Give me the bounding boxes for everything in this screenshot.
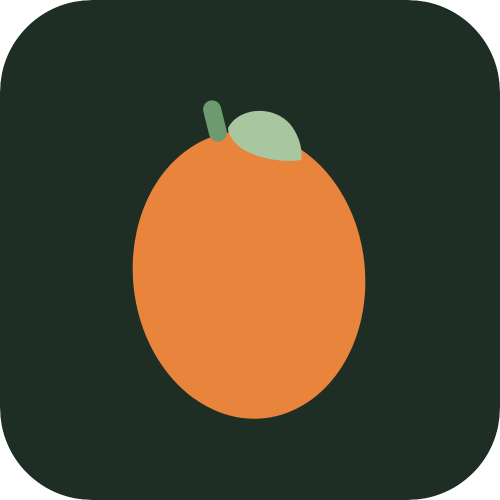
kumquat-app-icon[interactable] [0,0,500,500]
kumquat-fruit-icon [0,0,500,500]
app-icon-canvas [0,0,500,500]
